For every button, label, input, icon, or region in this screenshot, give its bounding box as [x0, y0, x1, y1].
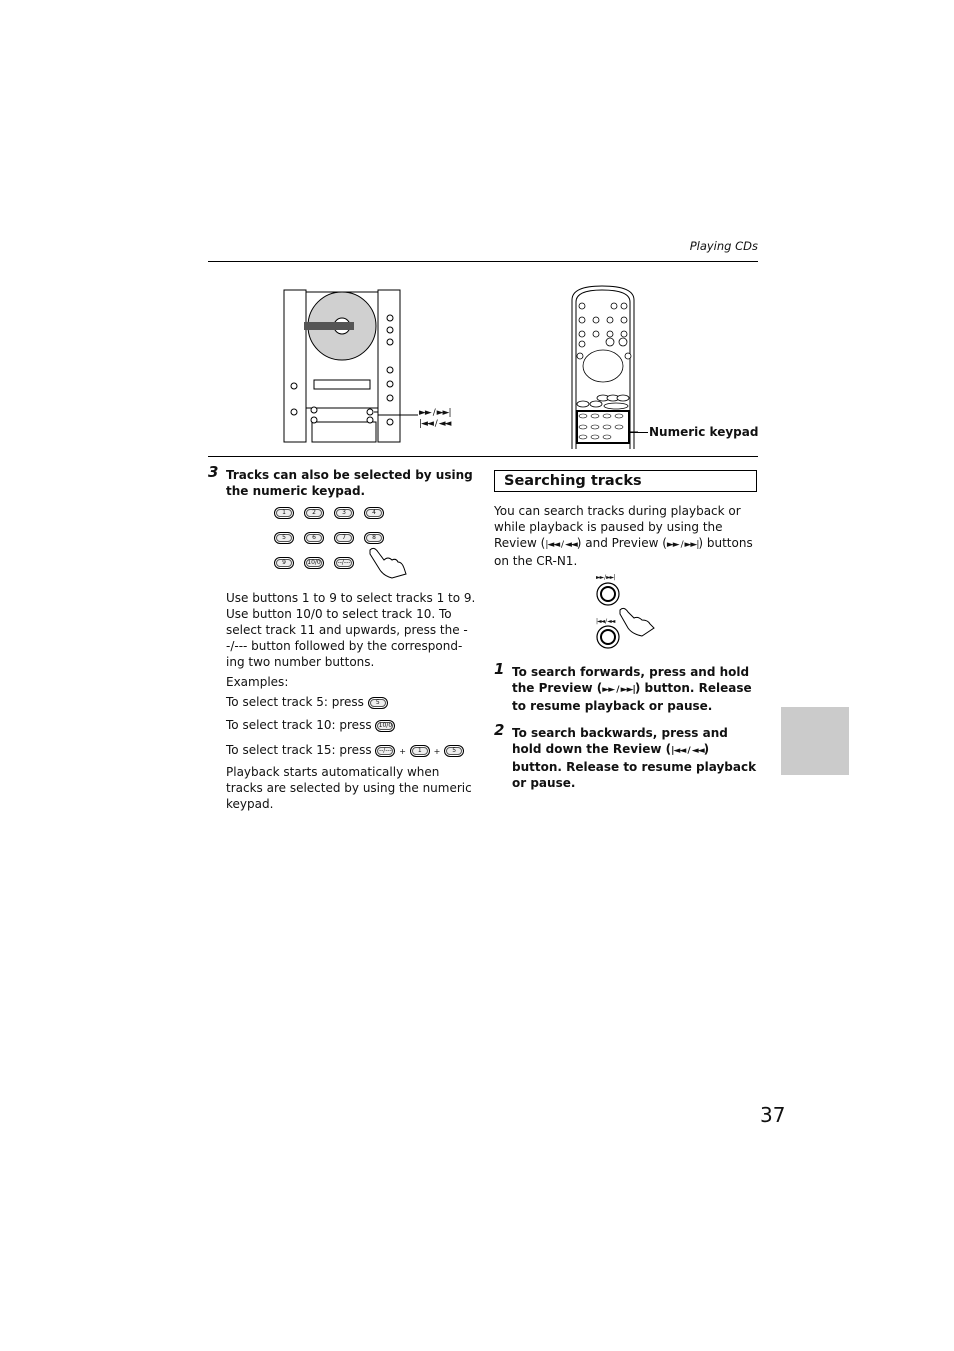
intro-text: ) and Preview ( [576, 536, 667, 550]
key-10-0: 10/0 [304, 557, 324, 569]
key-6: 6 [304, 532, 324, 544]
header-rule [208, 261, 758, 262]
key-8: 8 [364, 532, 384, 544]
step-1-number: 1 [494, 660, 505, 678]
key-double-digit: --/--- [375, 744, 396, 757]
example-track-10: To select track 10: press 10/0 [226, 717, 396, 733]
step-1-text: To search forwards, press and hold the P… [512, 664, 758, 714]
key-5: 5 [367, 696, 388, 709]
examples-label: Examples: [226, 675, 289, 689]
search-buttons-figure: ►► / ►►| |◄◄ / ◄◄ [590, 574, 660, 654]
step-2-text: To search backwards, press and hold down… [512, 725, 758, 791]
example-text: To select track 5: press [226, 695, 364, 709]
figure-rule [208, 456, 758, 457]
review-glyph: |◄◄ / ◄◄ [545, 540, 578, 550]
example-track-15: To select track 15: press --/--- + 1 + 5 [226, 742, 465, 760]
section-heading: Searching tracks [504, 473, 642, 489]
searching-intro: You can search tracks during playback or… [494, 503, 758, 569]
keypad-instructions: Use buttons 1 to 9 to select tracks 1 to… [226, 591, 476, 669]
forward-skip-label: ►► / ►►| [419, 408, 452, 418]
key-5: 5 [274, 532, 294, 544]
key-1: 1 [274, 507, 294, 519]
key-9: 9 [274, 557, 294, 569]
search-buttons-drawing [596, 582, 655, 649]
page-number: 37 [760, 1103, 786, 1127]
key-1: 1 [409, 744, 430, 757]
example-text: To select track 15: press [226, 743, 372, 757]
key-4: 4 [364, 507, 384, 519]
preview-button-label: ►► / ►►| [596, 574, 615, 581]
key-double-digit: --/--- [334, 557, 354, 569]
key-10-0: 10/0 [375, 719, 396, 732]
key-5: 5 [444, 744, 465, 757]
review-button-label: |◄◄ / ◄◄ [596, 618, 615, 625]
back-skip-label: |◄◄ / ◄◄ [419, 419, 452, 429]
example-track-5: To select track 5: press 5 [226, 694, 388, 710]
closing-paragraph: Playback starts automatically when track… [226, 765, 472, 811]
key-2: 2 [304, 507, 324, 519]
step-3-heading: Tracks can also be selected by using the… [226, 468, 473, 498]
chapter-tab [781, 707, 849, 775]
step-3-number: 3 [208, 463, 219, 481]
review-glyph: |◄◄ / ◄◄ [671, 746, 705, 756]
running-header: Playing CDs [689, 239, 758, 253]
step-2-number: 2 [494, 721, 505, 739]
preview-glyph: ►► / ►►| [602, 685, 636, 695]
numeric-keypad-label: Numeric keypad [649, 425, 759, 439]
preview-glyph: ►► / ►►| [666, 540, 700, 550]
key-7: 7 [334, 532, 354, 544]
pointing-hand-icon [369, 547, 407, 579]
key-3: 3 [334, 507, 354, 519]
remote-control-illustration [571, 285, 638, 449]
example-text: To select track 10: press [226, 718, 372, 732]
keypad-callout-line [628, 432, 648, 433]
